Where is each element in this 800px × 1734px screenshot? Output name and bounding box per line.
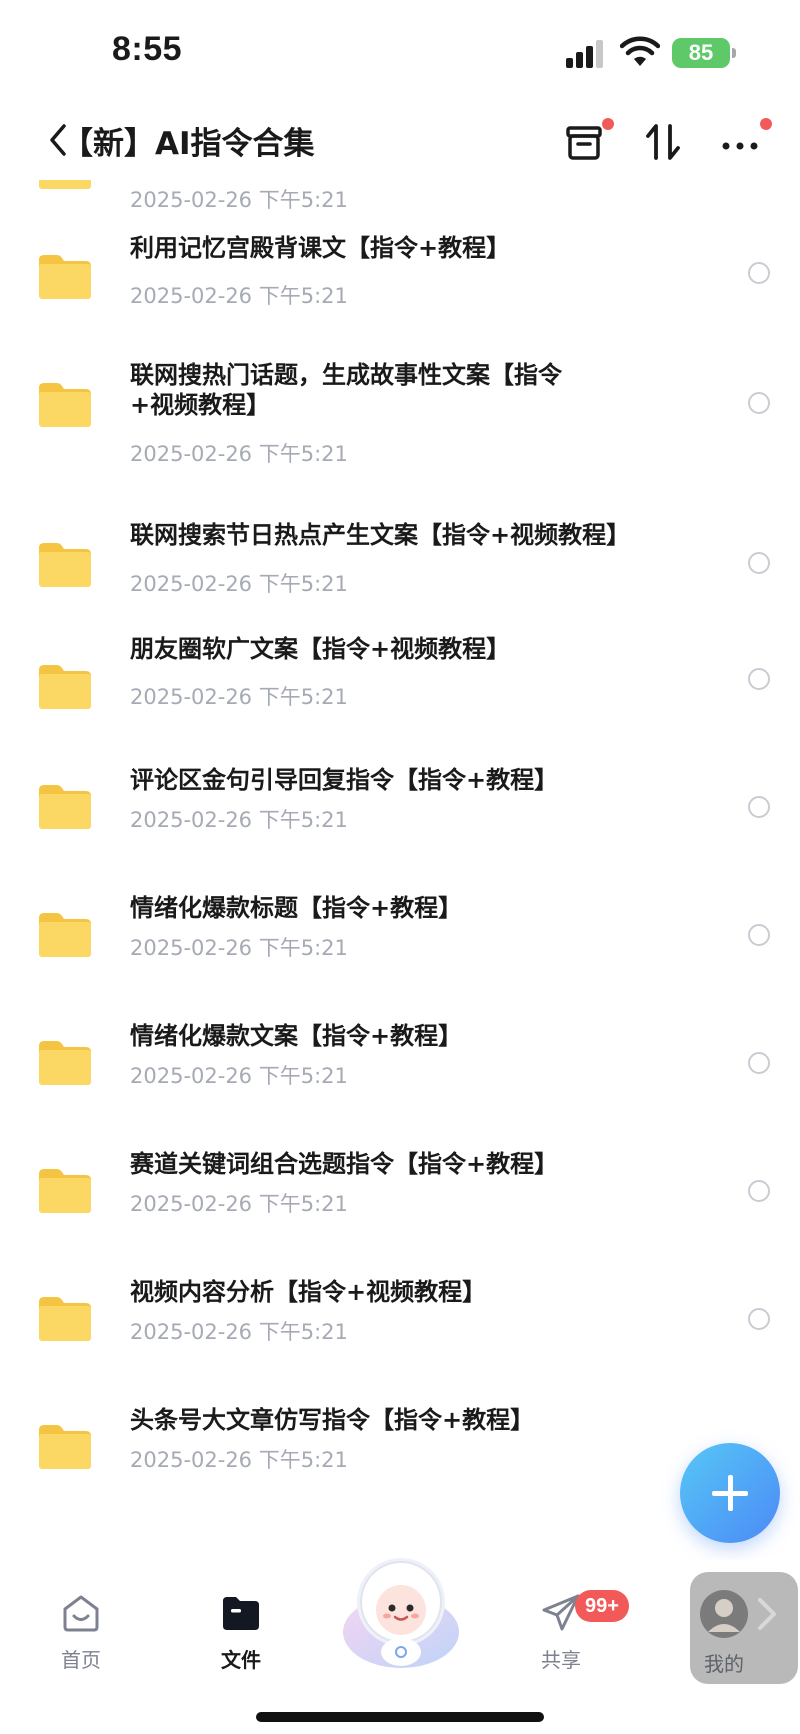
file-date: 2025-02-26 下午5:21: [130, 1192, 348, 1216]
file-date: 2025-02-26 下午5:21: [130, 572, 348, 596]
tab-label: 首页: [61, 1648, 101, 1672]
share-count-badge: 99+: [575, 1590, 629, 1622]
folder-tab-icon: [223, 1597, 259, 1630]
status-bar: 8:55 85: [0, 0, 800, 100]
folder-icon: [39, 383, 91, 427]
cellular-signal-icon: [566, 40, 606, 68]
folder-icon: [39, 1425, 91, 1469]
chevron-right-icon: [758, 1598, 776, 1630]
select-radio[interactable]: [748, 1308, 770, 1330]
file-date: 2025-02-26 下午5:21: [130, 685, 348, 709]
tab-label: 共享: [541, 1648, 581, 1672]
folder-icon: [39, 543, 91, 587]
tab-label: 文件: [221, 1648, 261, 1672]
file-name: 联网搜热门话题，生成故事性文案【指令+视频教程】: [130, 361, 562, 419]
status-time: 8:55: [112, 30, 183, 68]
wifi-icon: [620, 36, 660, 66]
file-name: 情绪化爆款文案【指令+教程】: [130, 1022, 463, 1050]
file-name: 评论区金句引导回复指令【指令+教程】: [130, 766, 559, 794]
file-name: 联网搜索节日热点产生文案【指令+视频教程】: [130, 521, 631, 549]
select-radio[interactable]: [748, 796, 770, 818]
file-row[interactable]: 2025-02-26 下午5:21: [0, 180, 800, 220]
select-radio[interactable]: [748, 552, 770, 574]
file-date: 2025-02-26 下午5:21: [130, 442, 348, 466]
tab-files[interactable]: 文件: [180, 1592, 300, 1682]
select-radio[interactable]: [748, 668, 770, 690]
select-radio[interactable]: [748, 1052, 770, 1074]
file-date: 2025-02-26 下午5:21: [130, 188, 348, 212]
select-radio[interactable]: [748, 924, 770, 946]
file-row[interactable]: 联网搜热门话题，生成故事性文案【指令+视频教程】 2025-02-26 下午5:…: [0, 358, 800, 518]
ai-assistant-mascot-icon[interactable]: [334, 1552, 468, 1676]
file-row[interactable]: 视频内容分析【指令+视频教程】 2025-02-26 下午5:21: [0, 1272, 800, 1382]
battery-icon: 85: [672, 38, 736, 68]
tab-home[interactable]: 首页: [20, 1592, 140, 1682]
file-date: 2025-02-26 下午5:21: [130, 284, 348, 308]
add-button[interactable]: [680, 1443, 780, 1543]
folder-icon: [39, 1297, 91, 1341]
home-indicator: [256, 1712, 544, 1722]
folder-icon: [39, 180, 91, 189]
avatar: [700, 1590, 748, 1638]
file-row[interactable]: 情绪化爆款文案【指令+教程】 2025-02-26 下午5:21: [0, 1016, 800, 1126]
file-date: 2025-02-26 下午5:21: [130, 1320, 348, 1344]
select-radio[interactable]: [748, 392, 770, 414]
tab-label: 我的: [704, 1652, 744, 1676]
file-row[interactable]: 利用记忆宫殿背课文【指令+教程】 2025-02-26 下午5:21: [0, 230, 800, 350]
select-radio[interactable]: [748, 1180, 770, 1202]
page-title: 【新】AI指令合集: [62, 126, 315, 162]
folder-icon: [39, 785, 91, 829]
recycle-box-button[interactable]: [562, 118, 614, 166]
folder-icon: [39, 1169, 91, 1213]
folder-icon: [39, 255, 91, 299]
file-name: 赛道关键词组合选题指令【指令+教程】: [130, 1150, 559, 1178]
file-date: 2025-02-26 下午5:21: [130, 1064, 348, 1088]
file-row[interactable]: 赛道关键词组合选题指令【指令+教程】 2025-02-26 下午5:21: [0, 1144, 800, 1254]
file-name: 视频内容分析【指令+视频教程】: [130, 1278, 487, 1306]
folder-icon: [39, 913, 91, 957]
notification-dot: [602, 118, 614, 130]
select-radio[interactable]: [748, 262, 770, 284]
folder-icon: [39, 1041, 91, 1085]
file-name: 朋友圈软广文案【指令+视频教程】: [130, 635, 511, 663]
file-list: 2025-02-26 下午5:21 利用记忆宫殿背课文【指令+教程】 2025-…: [0, 180, 800, 1560]
folder-icon: [39, 665, 91, 709]
file-name: 情绪化爆款标题【指令+教程】: [130, 894, 463, 922]
more-icon: [722, 142, 758, 150]
sort-icon: [646, 124, 680, 160]
file-date: 2025-02-26 下午5:21: [130, 1448, 348, 1472]
notification-dot: [760, 118, 772, 130]
bottom-tab-bar: 首页 文件 共享 我的: [0, 1558, 800, 1734]
file-row[interactable]: 评论区金句引导回复指令【指令+教程】 2025-02-26 下午5:21: [0, 760, 800, 870]
nav-header: 【新】AI指令合集: [0, 100, 800, 180]
file-name: 头条号大文章仿写指令【指令+教程】: [130, 1406, 535, 1434]
file-row[interactable]: 情绪化爆款标题【指令+教程】 2025-02-26 下午5:21: [0, 888, 800, 998]
file-date: 2025-02-26 下午5:21: [130, 936, 348, 960]
file-date: 2025-02-26 下午5:21: [130, 808, 348, 832]
home-icon: [63, 1595, 99, 1632]
file-name: 利用记忆宫殿背课文【指令+教程】: [130, 234, 511, 262]
sort-button[interactable]: [640, 118, 688, 166]
more-button[interactable]: [718, 118, 772, 166]
tab-mine[interactable]: 我的: [690, 1572, 798, 1684]
